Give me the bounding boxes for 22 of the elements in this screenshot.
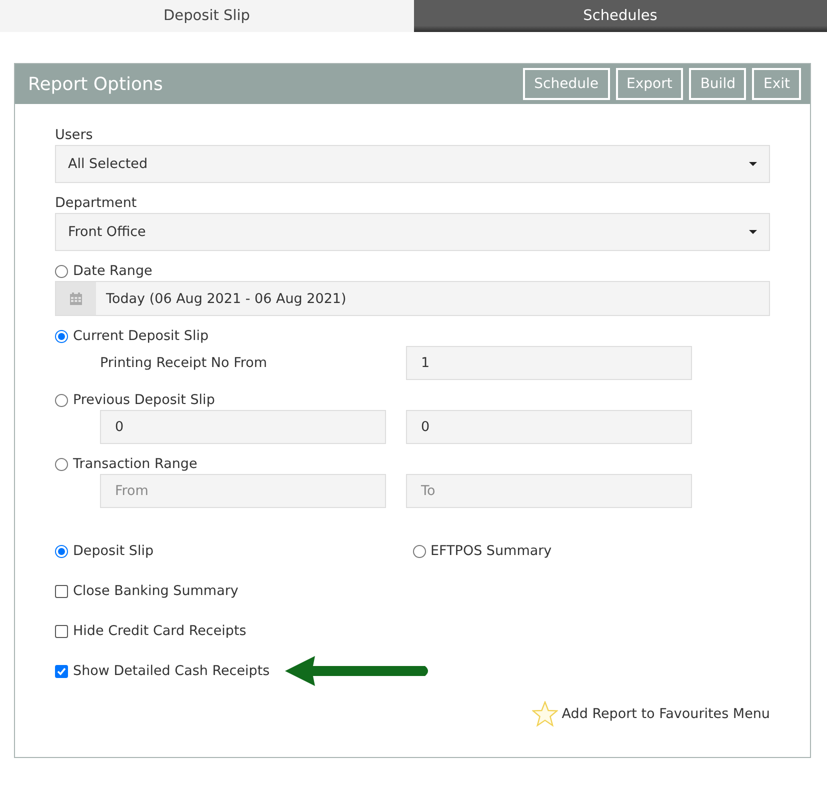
field-label: Department bbox=[55, 194, 138, 213]
dropdown[interactable]: Front Office bbox=[55, 213, 770, 251]
field-label: Printing Receipt No From bbox=[100, 355, 268, 371]
input-field[interactable]: 0 bbox=[406, 410, 692, 444]
dropdown[interactable]: All Selected bbox=[55, 145, 770, 183]
radio-label: EFTPOS Summary bbox=[430, 543, 552, 559]
checkbox-label: Hide Credit Card Receipts bbox=[73, 623, 246, 639]
radio-label: Date Range bbox=[73, 263, 152, 279]
input-field[interactable]: 1 bbox=[406, 346, 692, 380]
radio-label: Previous Deposit Slip bbox=[73, 392, 215, 408]
checkbox-label: Close Banking Summary bbox=[73, 583, 238, 599]
date-field[interactable]: Today (06 Aug 2021 - 06 Aug 2021) bbox=[55, 281, 770, 316]
checkbox-label: Show Detailed Cash Receipts bbox=[73, 663, 270, 679]
radio-label: Transaction Range bbox=[73, 456, 198, 472]
field-label: Users bbox=[55, 126, 94, 145]
radio-label: Deposit Slip bbox=[73, 543, 154, 559]
radio-label: Current Deposit Slip bbox=[73, 328, 209, 344]
panel-title: Report Options bbox=[28, 74, 164, 94]
tab[interactable]: Schedules bbox=[414, 0, 827, 32]
favourites-link[interactable]: Add Report to Favourites Menu bbox=[562, 706, 770, 722]
input-field[interactable]: 0 bbox=[100, 410, 386, 444]
tab[interactable]: Deposit Slip bbox=[0, 0, 414, 32]
